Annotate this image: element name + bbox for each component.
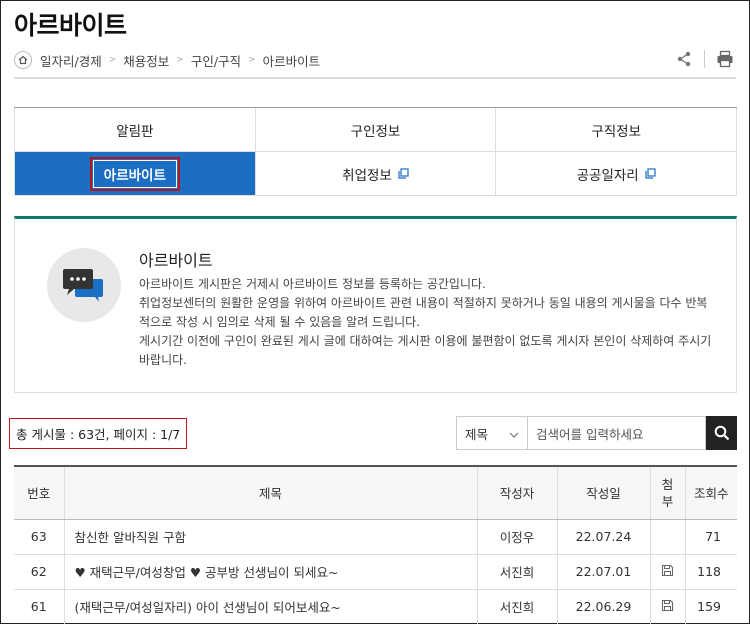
speech-bubble-icon — [47, 248, 121, 322]
header-divider — [14, 77, 736, 79]
search-icon — [714, 425, 729, 441]
tab-part-time[interactable]: 아르바이트 — [14, 152, 256, 195]
breadcrumb-item[interactable]: 구인/구직 — [191, 51, 241, 70]
tool-divider — [704, 50, 705, 68]
cell-author: 서진희 — [476, 554, 557, 590]
tab-job-seekers[interactable]: 구직정보 — [496, 108, 738, 151]
cell-views: 159 — [684, 589, 737, 624]
post-table: 번호 제목 작성자 작성일 첨부 조회수 63 참신한 알바직원 구함 이정우 22.… — [14, 465, 737, 624]
print-icon[interactable] — [714, 48, 736, 70]
post-title-link[interactable]: 참신한 알바직원 구함 — [63, 519, 477, 555]
search-bar: 제목 검색어를 입력하세요 — [456, 416, 737, 450]
breadcrumb-separator-icon: > — [108, 55, 117, 65]
post-title-link[interactable]: ♥ 재택근무/여성창업 ♥ 공부방 선생님이 되세요~ — [63, 554, 477, 590]
col-header-author: 작성자 — [476, 465, 557, 520]
cell-date: 22.07.01 — [556, 554, 650, 590]
cell-attachment — [649, 519, 685, 555]
tab-label: 알림판 — [116, 123, 154, 140]
tab-public-jobs[interactable]: 공공일자리 — [496, 152, 738, 195]
cell-views: 71 — [684, 519, 737, 555]
cell-number: 62 — [14, 554, 64, 590]
table-header-row: 번호 제목 작성자 작성일 첨부 조회수 — [14, 465, 737, 520]
tab-job-offers[interactable]: 구인정보 — [256, 108, 497, 151]
info-line: 게시기간 이전에 구인이 완료된 게시 글에 대하여는 게시판 이용에 불편함이… — [139, 334, 712, 367]
col-header-number: 번호 — [14, 465, 64, 520]
share-icon[interactable] — [673, 48, 695, 70]
tab-label: 공공일자리 — [576, 167, 639, 184]
tab-label: 아르바이트 — [92, 159, 177, 188]
cell-author: 서진희 — [476, 589, 557, 624]
breadcrumb-item-current[interactable]: 아르바이트 — [263, 51, 321, 70]
post-count: 총 게시물 : 63건, 페이지 : 1/7 — [9, 418, 188, 449]
chevron-down-icon — [509, 426, 519, 441]
cell-date: 22.07.24 — [556, 519, 650, 555]
cell-date: 22.06.29 — [556, 589, 650, 624]
search-field-value: 제목 — [465, 426, 489, 442]
cell-number: 61 — [14, 589, 64, 624]
tab-label: 구인정보 — [350, 123, 401, 140]
page-title: 아르바이트 — [14, 11, 127, 40]
col-header-title: 제목 — [63, 465, 477, 520]
table-row[interactable]: 63 참신한 알바직원 구함 이정우 22.07.24 71 — [14, 519, 737, 555]
search-input[interactable]: 검색어를 입력하세요 — [528, 416, 706, 450]
breadcrumb-separator-icon: > — [176, 55, 184, 65]
cell-attachment — [649, 554, 685, 590]
attachment-icon[interactable] — [661, 564, 674, 580]
search-button[interactable] — [706, 416, 737, 450]
tab-label: 취업정보 — [342, 167, 392, 184]
tab-focus-outline: 아르바이트 — [89, 156, 180, 191]
cell-author: 이정우 — [476, 519, 557, 555]
col-header-attachment-label: 첨부 — [661, 476, 674, 509]
info-title: 아르바이트 — [139, 251, 213, 270]
home-icon[interactable] — [14, 51, 32, 69]
post-title-link[interactable]: (재택근무/여성일자리) 아이 선생님이 되어보세요~ — [63, 589, 477, 624]
cell-views: 118 — [684, 554, 737, 590]
attachment-icon[interactable] — [661, 599, 674, 615]
breadcrumb: 일자리/경제 > 채용정보 > 구인/구직 > 아르바이트 — [14, 50, 327, 70]
breadcrumb-item[interactable]: 채용정보 — [123, 51, 169, 70]
external-link-icon — [398, 168, 409, 179]
tab-notice-board[interactable]: 알림판 — [14, 108, 256, 151]
col-header-views: 조회수 — [684, 465, 737, 520]
breadcrumb-item[interactable]: 일자리/경제 — [40, 51, 102, 70]
table-row[interactable]: 62 ♥ 재택근무/여성창업 ♥ 공부방 선생님이 되세요~ 서진희 22.07.01… — [14, 554, 737, 590]
info-description: 아르바이트 게시판은 거제시 아르바이트 정보를 등록하는 공간입니다. 취업정… — [139, 275, 719, 370]
info-line: 취업정보센터의 원활한 운영을 위하여 아르바이트 관련 내용이 적절하지 못하… — [139, 296, 708, 329]
board-info-box: 아르바이트 아르바이트 게시판은 거제시 아르바이트 정보를 등록하는 공간입니… — [14, 216, 737, 393]
cell-number: 63 — [14, 519, 64, 555]
page-tools — [673, 48, 736, 70]
search-field-select[interactable]: 제목 — [456, 416, 528, 450]
external-link-icon — [645, 168, 656, 179]
cell-attachment — [649, 589, 685, 624]
col-header-date: 작성일 — [556, 465, 650, 520]
tab-employment-info[interactable]: 취업정보 — [256, 152, 497, 195]
table-row[interactable]: 61 (재택근무/여성일자리) 아이 선생님이 되어보세요~ 서진희 22.06.29… — [14, 589, 737, 624]
breadcrumb-separator-icon: > — [248, 55, 256, 65]
tab-menu: 알림판 구인정보 구직정보 아르바이트 취업정보 공공일자리 — [14, 107, 738, 196]
tab-label: 구직정보 — [591, 123, 642, 140]
info-line: 아르바이트 게시판은 거제시 아르바이트 정보를 등록하는 공간입니다. — [139, 277, 486, 291]
col-header-attachment: 첨부 — [649, 465, 685, 520]
